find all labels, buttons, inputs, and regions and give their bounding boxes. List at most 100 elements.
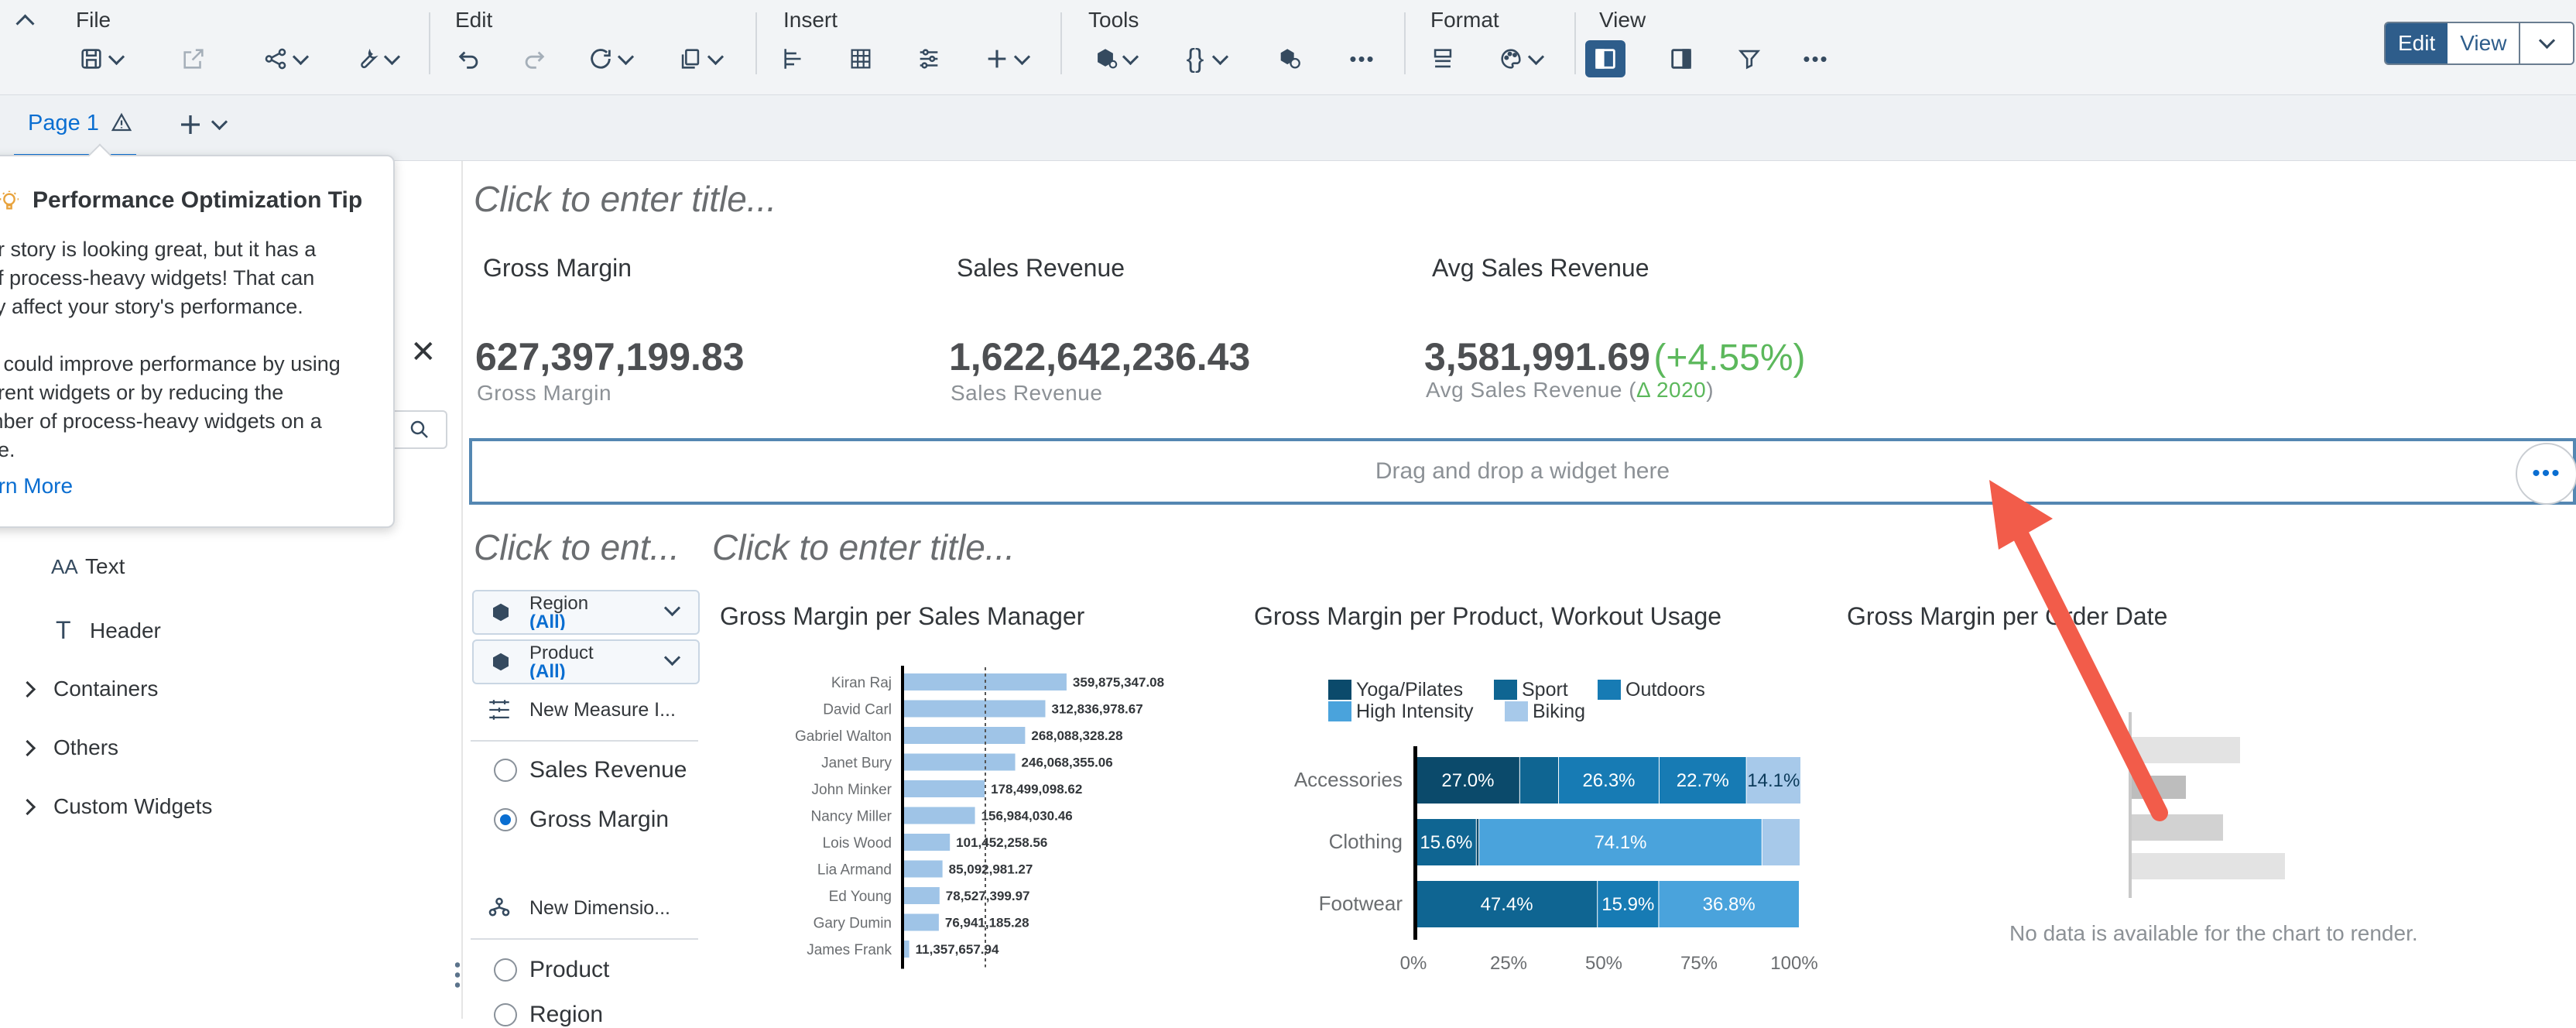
y-axis-line [1413, 746, 1417, 940]
bar[interactable] [904, 753, 1016, 771]
option-label: Sales Revenue [529, 757, 687, 783]
dimension-option-region[interactable]: Region [494, 1002, 603, 1028]
mode-dropdown-button[interactable] [2520, 23, 2574, 63]
region-filter[interactable]: Region (All) [472, 590, 700, 635]
panel-item-custom-widgets[interactable]: Custom Widgets [0, 794, 212, 819]
bar[interactable] [904, 780, 985, 797]
kpi-sub-avg-sales-revenue: Avg Sales Revenue (Δ 2020) [1426, 378, 1714, 403]
new-measure-control-header[interactable]: New Measure I... [486, 697, 676, 723]
panel-item-containers[interactable]: Containers [0, 677, 158, 701]
bar[interactable] [904, 700, 1046, 718]
legend-label[interactable]: Yoga/Pilates [1356, 679, 1463, 701]
dimension-icon [493, 653, 509, 671]
legend-label[interactable]: Outdoors [1625, 679, 1705, 701]
bar[interactable] [904, 860, 943, 878]
category-label: John Minker [812, 782, 892, 798]
legend-label[interactable]: Sport [1522, 679, 1568, 701]
palette-icon[interactable] [1491, 40, 1545, 77]
header-icon: T [56, 616, 71, 644]
stacked-bar-segment[interactable] [1519, 757, 1559, 804]
legend-label[interactable]: Biking [1533, 701, 1585, 722]
tools-wrench-icon[interactable] [347, 40, 401, 77]
more-actions-button[interactable]: ••• [2516, 443, 2576, 505]
legend-label[interactable]: High Intensity [1356, 701, 1474, 722]
chevron-right-icon [19, 739, 36, 756]
product-stacked-bar-chart[interactable]: Yoga/Pilates Sport Outdoors High Intensity B… [1254, 666, 1827, 978]
segment-value-label: 26.3% [1582, 770, 1635, 791]
add-page-button[interactable] [176, 111, 228, 139]
radio-button-selected[interactable] [494, 808, 517, 831]
no-data-message: No data is available for the chart to re… [2009, 921, 2418, 945]
section-title-placeholder-short[interactable]: Click to ent... [474, 526, 680, 568]
close-icon[interactable]: ✕ [410, 334, 437, 370]
new-dimension-control-header[interactable]: New Dimensio... [486, 895, 670, 921]
panel-item-others[interactable]: Others [0, 735, 118, 760]
bar[interactable] [904, 941, 909, 958]
export-icon[interactable] [173, 40, 214, 77]
annotation-arrow [1989, 480, 2168, 821]
category-label: Footwear [1319, 892, 1403, 915]
sales-manager-bar-chart[interactable]: Kiran Raj 359,875,347.08 David Carl 312,836… [712, 660, 1192, 978]
share-icon[interactable] [255, 40, 310, 77]
learn-more-link[interactable]: arn More [0, 474, 73, 499]
stacked-bar-segment[interactable] [1762, 819, 1800, 865]
scripting-braces-icon[interactable]: {} [1175, 40, 1229, 77]
input-control-icon[interactable] [909, 40, 949, 77]
widget-drop-zone[interactable]: Drag and drop a widget here [469, 438, 2576, 505]
edit-mode-button[interactable]: Edit [2386, 23, 2448, 63]
filter-icon[interactable] [1729, 40, 1769, 77]
save-icon[interactable] [71, 40, 125, 77]
performance-tip-popover: Performance Optimization Tip ur story is… [0, 143, 395, 528]
radio-button[interactable] [494, 958, 517, 982]
kpi-value-number: 3,581,991.69 [1424, 335, 1650, 379]
panel-item-text[interactable]: AA Text [51, 554, 125, 579]
measure-option-gross-margin[interactable]: Gross Margin [494, 807, 669, 833]
dimension-option-product[interactable]: Product [494, 957, 609, 983]
panel-item-header[interactable]: T Header [56, 616, 161, 645]
view-mode-button[interactable]: View [2448, 23, 2521, 63]
bar[interactable] [904, 807, 975, 824]
chart-icon[interactable] [774, 40, 814, 77]
bar[interactable] [904, 913, 939, 931]
collapse-toolbar-icon[interactable] [15, 11, 35, 33]
refresh-icon[interactable] [581, 40, 635, 77]
radio-button[interactable] [494, 1003, 517, 1026]
x-tick-label: 100% [1770, 953, 1817, 974]
toolbar-separator [1574, 12, 1576, 74]
radio-button[interactable] [494, 759, 517, 782]
panel-resize-handle[interactable] [455, 960, 460, 991]
tip-body: ur story is looking great, but it has a … [0, 238, 341, 461]
bar-value-label: 156,984,030.46 [981, 809, 1073, 824]
view-more-icon[interactable]: ••• [1796, 40, 1836, 77]
styling-icon[interactable] [1423, 40, 1463, 77]
bar[interactable] [904, 727, 1026, 744]
format-group-label: Format [1430, 8, 1499, 32]
lightbulb-icon [0, 190, 19, 210]
table-icon[interactable] [841, 40, 881, 77]
stacked-bar-segment[interactable] [1476, 819, 1479, 865]
category-label: Accessories [1294, 768, 1403, 791]
predictive-icon[interactable] [1269, 40, 1310, 77]
category-label: Kiran Raj [831, 675, 892, 691]
control-title: New Dimensio... [529, 896, 670, 919]
redo-icon[interactable] [514, 40, 554, 77]
search-button[interactable] [393, 410, 447, 449]
left-panel-toggle-icon[interactable] [1585, 40, 1625, 77]
add-icon[interactable] [977, 40, 1031, 77]
bar[interactable] [904, 887, 940, 904]
undo-icon[interactable] [449, 40, 489, 77]
section-title-placeholder[interactable]: Click to enter title... [712, 526, 1015, 568]
page-tab[interactable]: Page 1 [28, 111, 133, 136]
kpi-value-gross-margin: 627,397,199.83 [475, 335, 745, 379]
panel-item-label: Others [53, 735, 119, 759]
right-panel-toggle-icon[interactable] [1661, 40, 1701, 77]
smart-insights-icon[interactable] [1085, 40, 1139, 77]
story-title-placeholder[interactable]: Click to enter title... [474, 178, 776, 220]
copy-icon[interactable] [670, 40, 724, 77]
product-filter[interactable]: Product (All) [472, 639, 700, 684]
bar[interactable] [904, 834, 951, 851]
toolbar-separator [429, 12, 430, 74]
measure-option-sales-revenue[interactable]: Sales Revenue [494, 757, 687, 783]
tools-more-icon[interactable]: ••• [1342, 40, 1382, 77]
kpi-value-avg-sales-revenue: 3,581,991.69 (+4.55%) [1424, 334, 1806, 379]
